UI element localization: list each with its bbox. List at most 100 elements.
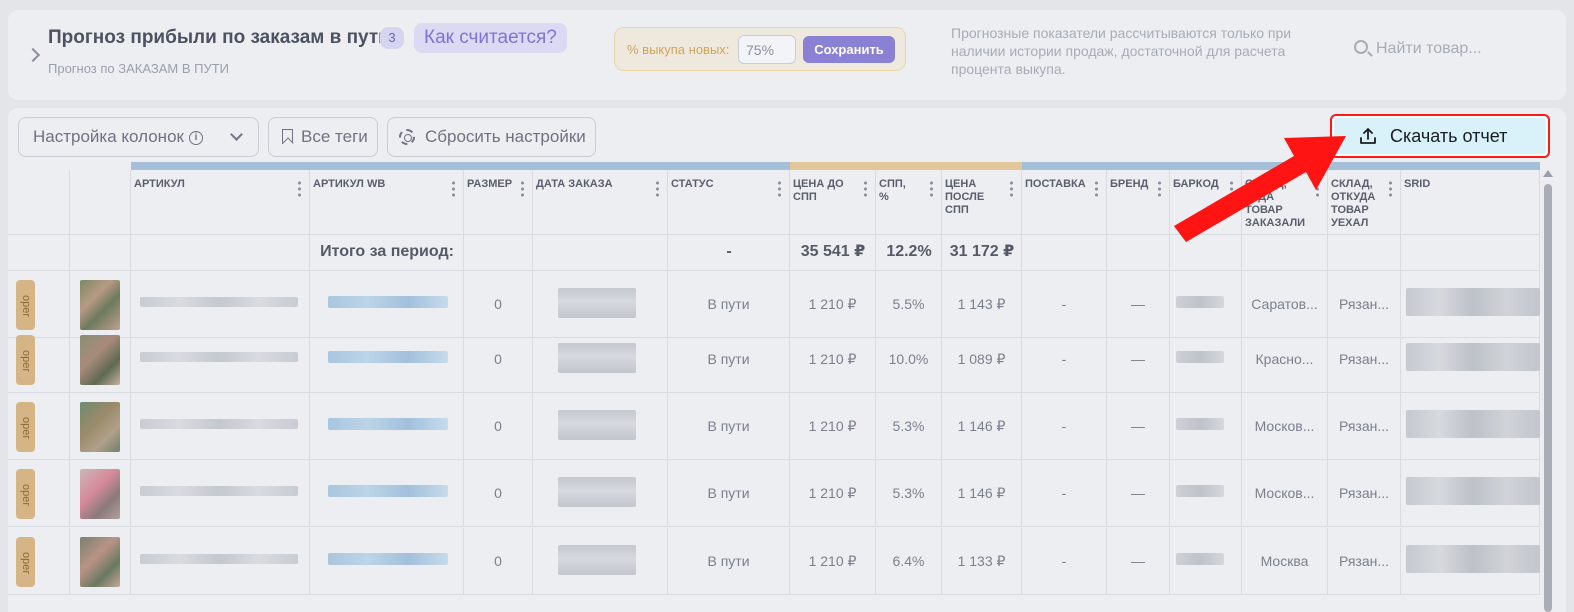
totals-value: 35 541 ₽ xyxy=(790,235,876,271)
cell-price-after: 1 133 ₽ xyxy=(942,528,1022,595)
column-header[interactable]: СПП, % xyxy=(876,170,942,235)
chevron-down-icon xyxy=(230,128,243,141)
article-wb-link-blurred xyxy=(328,418,448,430)
cell-price-before: 1 210 ₽ xyxy=(790,528,876,595)
cell-price-before: 1 210 ₽ xyxy=(790,460,876,527)
cell-brand: — xyxy=(1107,326,1170,393)
reset-settings-button[interactable]: Сбросить настройки xyxy=(387,117,596,157)
order-date-blurred xyxy=(558,343,636,373)
column-header-label: БРЕНД xyxy=(1110,178,1149,190)
column-menu-icon[interactable] xyxy=(1095,180,1098,197)
column-header-label: ПОСТАВКА xyxy=(1025,178,1086,190)
product-thumbnail[interactable] xyxy=(80,537,120,587)
row-tag-badge[interactable]: opeг xyxy=(16,335,35,385)
bookmark-icon xyxy=(282,129,293,144)
column-color-strip xyxy=(876,162,942,170)
column-header[interactable]: БРЕНД xyxy=(1107,170,1170,235)
search-icon xyxy=(1354,40,1368,54)
column-menu-icon[interactable] xyxy=(930,180,933,197)
column-header[interactable]: АРТИКУЛ WB xyxy=(310,170,464,235)
cell-warehouse-from: Рязан... xyxy=(1328,528,1401,595)
column-color-strip xyxy=(790,162,876,170)
save-button[interactable]: Сохранить xyxy=(803,36,895,63)
product-thumbnail[interactable] xyxy=(80,402,120,452)
srid-blurred xyxy=(1406,410,1540,438)
column-menu-icon[interactable] xyxy=(521,180,524,197)
product-thumbnail[interactable] xyxy=(80,469,120,519)
cell-brand: — xyxy=(1107,460,1170,527)
column-header[interactable]: СТАТУС xyxy=(668,170,790,235)
product-thumbnail[interactable] xyxy=(80,280,120,330)
cell-warehouse-to: Москов... xyxy=(1242,393,1328,460)
page-title: Прогноз прибыли по заказам в пути xyxy=(48,27,390,48)
scrollbar-thumb[interactable] xyxy=(1544,184,1552,612)
buyout-label: % выкупа новых: xyxy=(627,42,730,57)
order-date-blurred xyxy=(558,477,636,507)
chevron-right-icon[interactable] xyxy=(25,47,41,63)
column-menu-icon[interactable] xyxy=(864,180,867,197)
column-header[interactable]: ДАТА ЗАКАЗА xyxy=(533,170,668,235)
product-thumbnail[interactable] xyxy=(80,335,120,385)
column-menu-icon[interactable] xyxy=(778,180,781,197)
cell-size: 0 xyxy=(464,460,533,527)
column-menu-icon[interactable] xyxy=(298,180,301,197)
buyout-settings: % выкупа новых: Сохранить xyxy=(614,27,906,71)
cell-warehouse-from: Рязан... xyxy=(1328,460,1401,527)
totals-value: 12.2% xyxy=(876,235,942,271)
page-subtitle: Прогноз по ЗАКАЗАМ В ПУТИ xyxy=(48,61,230,76)
row-tag-badge[interactable]: opeг xyxy=(16,469,35,519)
vertical-scrollbar[interactable] xyxy=(1542,172,1552,612)
red-arrow-annotation xyxy=(1174,136,1346,242)
row-tag-badge[interactable]: opeг xyxy=(16,402,35,452)
column-menu-icon[interactable] xyxy=(1158,180,1161,197)
cell-warehouse-from: Рязан... xyxy=(1328,326,1401,393)
order-date-blurred xyxy=(558,288,636,318)
all-tags-button[interactable]: Все теги xyxy=(268,117,378,157)
cell-status: В пути xyxy=(668,528,790,595)
totals-cell xyxy=(1022,235,1107,271)
cell-spp: 5.3% xyxy=(876,460,942,527)
cell-spp: 6.4% xyxy=(876,528,942,595)
cell-price-before: 1 210 ₽ xyxy=(790,393,876,460)
column-header[interactable]: ПОСТАВКА xyxy=(1022,170,1107,235)
barcode-blurred xyxy=(1176,553,1224,565)
totals-cell xyxy=(131,235,310,271)
column-header[interactable]: РАЗМЕР xyxy=(464,170,533,235)
totals-cell xyxy=(533,235,668,271)
column-menu-icon[interactable] xyxy=(1010,180,1013,197)
cell-warehouse-to: Москва xyxy=(1242,528,1328,595)
column-header[interactable]: ЦЕНА ПОСЛЕ СПП xyxy=(942,170,1022,235)
cell-size: 0 xyxy=(464,528,533,595)
column-color-strip xyxy=(1022,162,1107,170)
cell-supply: - xyxy=(1022,393,1107,460)
column-header[interactable]: АРТИКУЛ xyxy=(131,170,310,235)
article-blurred xyxy=(140,419,298,429)
article-blurred xyxy=(140,486,298,496)
how-calculated-link[interactable]: Как считается? xyxy=(414,23,567,53)
buyout-input[interactable] xyxy=(738,35,796,64)
barcode-blurred xyxy=(1176,296,1224,308)
column-menu-icon[interactable] xyxy=(656,180,659,197)
srid-blurred xyxy=(1406,545,1540,573)
column-menu-icon[interactable] xyxy=(1389,180,1392,197)
column-header-label: АРТИКУЛ WB xyxy=(313,178,386,190)
article-wb-link-blurred xyxy=(328,296,448,308)
column-menu-icon[interactable] xyxy=(452,180,455,197)
search-input[interactable] xyxy=(1376,38,1556,60)
order-date-blurred xyxy=(558,545,636,575)
row-tag-badge[interactable]: opeг xyxy=(16,537,35,587)
column-settings-dropdown[interactable]: Настройка колонок i xyxy=(18,117,259,157)
row-tag-badge[interactable]: opeг xyxy=(16,280,35,330)
search-box[interactable] xyxy=(1354,38,1564,60)
cell-price-after: 1 089 ₽ xyxy=(942,326,1022,393)
cell-size: 0 xyxy=(464,326,533,393)
info-icon[interactable]: i xyxy=(189,131,203,145)
column-header-label: ДАТА ЗАКАЗА xyxy=(536,178,613,190)
cell-brand: — xyxy=(1107,528,1170,595)
column-header[interactable]: SRID xyxy=(1401,170,1540,235)
barcode-blurred xyxy=(1176,351,1224,363)
column-color-strip xyxy=(131,162,310,170)
column-header[interactable]: ЦЕНА ДО СПП xyxy=(790,170,876,235)
column-color-strip xyxy=(464,162,533,170)
column-header-label: СПП, % xyxy=(879,178,906,203)
